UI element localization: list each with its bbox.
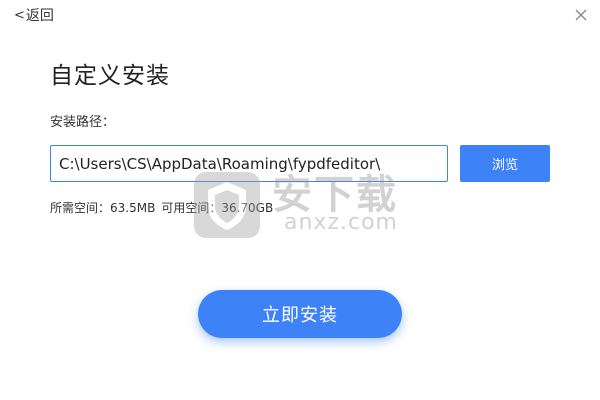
close-icon[interactable] [572, 6, 590, 24]
required-space-text: 所需空间：63.5MB [50, 201, 156, 215]
back-button[interactable]: < 返回 [14, 6, 54, 26]
available-space-text: 可用空间：36.70GB [161, 201, 274, 215]
install-now-button[interactable]: 立即安装 [198, 290, 402, 338]
install-window: < 返回 自定义安装 安装路径： 浏览 所需空间：63.5MB 可用空间：36.7… [0, 0, 600, 400]
install-path-label: 安装路径： [50, 115, 116, 130]
browse-button[interactable]: 浏览 [460, 145, 550, 182]
space-info: 所需空间：63.5MB 可用空间：36.70GB [50, 199, 273, 216]
watermark-en-text: anxz.com [284, 210, 398, 235]
install-path-input[interactable] [50, 145, 448, 182]
back-label: 返回 [25, 8, 54, 24]
back-chevron-icon: < [14, 8, 25, 23]
page-title: 自定义安装 [50, 63, 170, 89]
